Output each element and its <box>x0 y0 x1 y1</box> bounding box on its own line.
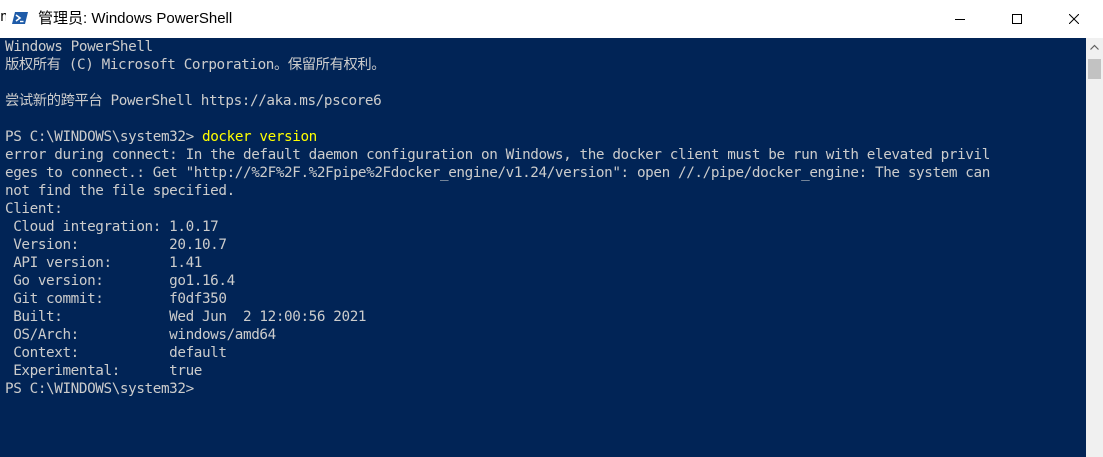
powershell-window: n 管理员: Windows PowerShell Windows PowerS… <box>0 0 1103 457</box>
chevron-up-icon <box>1090 44 1099 50</box>
title-bar[interactable]: n 管理员: Windows PowerShell <box>0 0 1103 38</box>
scrollbar-thumb[interactable] <box>1088 59 1101 79</box>
terminal-line: not find the file specified. <box>5 183 235 199</box>
command-line: PS C:\WINDOWS\system32> docker version <box>5 128 990 146</box>
terminal-line: Client: <box>5 201 63 217</box>
terminal-line: API version: 1.41 <box>5 255 202 271</box>
maximize-icon <box>1012 14 1022 24</box>
terminal-line: 尝试新的跨平台 PowerShell https://aka.ms/pscore… <box>5 93 382 109</box>
terminal-line: Built: Wed Jun 2 12:00:56 2021 <box>5 309 367 325</box>
vertical-scrollbar[interactable] <box>1086 38 1103 457</box>
terminal-line: Experimental: true <box>5 363 202 379</box>
terminal-line: 版权所有 (C) Microsoft Corporation。保留所有权利。 <box>5 57 386 73</box>
maximize-button[interactable] <box>994 0 1040 38</box>
close-button[interactable] <box>1051 0 1097 38</box>
terminal-output[interactable]: Windows PowerShell 版权所有 (C) Microsoft Co… <box>0 38 1086 457</box>
minimize-icon <box>955 19 965 20</box>
terminal-line: Go version: go1.16.4 <box>5 273 235 289</box>
powershell-icon[interactable] <box>12 10 28 26</box>
terminal-line: Cloud integration: 1.0.17 <box>5 219 219 235</box>
command-text: docker version <box>201 129 317 145</box>
minimize-button[interactable] <box>937 0 983 38</box>
terminal-line: Version: 20.10.7 <box>5 237 227 253</box>
background-window-edge: n <box>0 9 6 25</box>
current-prompt[interactable]: PS C:\WINDOWS\system32> <box>5 380 990 398</box>
window-title: 管理员: Windows PowerShell <box>38 10 233 27</box>
close-icon <box>1069 14 1079 24</box>
terminal-lines: Windows PowerShell 版权所有 (C) Microsoft Co… <box>5 38 990 398</box>
terminal-line: Context: default <box>5 345 227 361</box>
terminal-line: OS/Arch: windows/amd64 <box>5 327 276 343</box>
prompt-text: PS C:\WINDOWS\system32> <box>5 129 202 145</box>
terminal-line: eges to connect.: Get "http://%2F%2F.%2F… <box>5 165 990 181</box>
terminal-line: Git commit: f0df350 <box>5 291 227 307</box>
terminal-line: Windows PowerShell <box>5 39 153 55</box>
scroll-up-button[interactable] <box>1086 38 1103 55</box>
terminal-line: error during connect: In the default dae… <box>5 147 990 163</box>
